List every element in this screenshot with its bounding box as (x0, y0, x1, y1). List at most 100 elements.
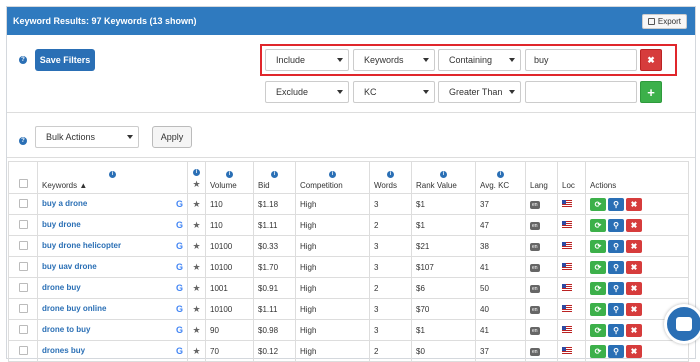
delete-icon[interactable]: ✖ (626, 260, 642, 274)
refresh-icon[interactable]: ⟳ (590, 323, 606, 337)
rank-value-cell: $1 (411, 193, 476, 215)
star-icon: ★ (192, 179, 201, 189)
col-avg-kc[interactable]: i Avg. KC (475, 161, 526, 194)
col-keywords[interactable]: i Keywords ▲ (37, 161, 188, 194)
filter2-operator-select[interactable]: Greater Than (438, 81, 521, 103)
star-icon[interactable]: ★ (192, 283, 200, 293)
col-words[interactable]: i Words (369, 161, 412, 194)
star-icon[interactable]: ★ (192, 241, 200, 251)
delete-icon[interactable]: ✖ (626, 197, 642, 211)
search-icon[interactable]: ⚲ (608, 281, 624, 295)
keyword-link[interactable]: buy drone (42, 220, 81, 229)
panel-header: Keyword Results: 97 Keywords (13 shown) … (7, 7, 695, 35)
lang-badge: en (530, 222, 540, 230)
filter1-operator-select[interactable]: Containing (438, 49, 521, 71)
filter2-field-select[interactable]: KC (353, 81, 435, 103)
search-icon[interactable]: ⚲ (608, 260, 624, 274)
chat-widget-button[interactable] (664, 304, 700, 344)
words-cell: 2 (369, 277, 412, 299)
filter1-value-input[interactable]: buy (525, 49, 637, 71)
search-icon[interactable]: ⚲ (608, 218, 624, 232)
favorite-cell: ★ (187, 319, 206, 341)
export-button[interactable]: Export (641, 14, 687, 29)
star-icon[interactable]: ★ (192, 199, 200, 209)
export-icon (647, 18, 655, 25)
google-icon[interactable]: G (176, 199, 183, 209)
search-icon[interactable]: ⚲ (608, 344, 624, 358)
row-checkbox[interactable] (18, 198, 28, 208)
col-favorite[interactable]: i ★ (187, 161, 206, 194)
col-rank-value[interactable]: i Rank Value (411, 161, 476, 194)
help-icon-bulk[interactable]: ? (19, 137, 27, 145)
google-icon[interactable]: G (176, 283, 183, 293)
col-volume[interactable]: i Volume (205, 161, 254, 194)
delete-icon[interactable]: ✖ (626, 344, 642, 358)
row-select-cell (8, 277, 38, 299)
select-all-cell (8, 161, 38, 194)
col-bid[interactable]: i Bid (253, 161, 296, 194)
google-icon[interactable]: G (176, 346, 183, 356)
filter1-field-select[interactable]: Keywords (353, 49, 435, 71)
google-icon[interactable]: G (176, 241, 183, 251)
info-icon: i (440, 171, 447, 178)
refresh-icon[interactable]: ⟳ (590, 344, 606, 358)
help-icon-filters[interactable]: ? (19, 56, 27, 64)
filter2-mode-value: Exclude (276, 87, 309, 97)
row-checkbox[interactable] (18, 261, 28, 271)
chevron-down-icon (509, 58, 515, 62)
delete-icon[interactable]: ✖ (626, 218, 642, 232)
keyword-link[interactable]: buy drone helicopter (42, 241, 121, 250)
row-checkbox[interactable] (18, 240, 28, 250)
row-checkbox[interactable] (18, 303, 28, 313)
refresh-icon[interactable]: ⟳ (590, 239, 606, 253)
save-filters-button[interactable]: Save Filters (35, 49, 95, 71)
row-checkbox[interactable] (18, 219, 28, 229)
refresh-icon[interactable]: ⟳ (590, 218, 606, 232)
search-icon[interactable]: ⚲ (608, 323, 624, 337)
delete-icon[interactable]: ✖ (626, 239, 642, 253)
google-icon[interactable]: G (176, 220, 183, 230)
remove-filter-button[interactable]: ✖ (640, 49, 662, 71)
col-competition[interactable]: i Competition (295, 161, 370, 194)
filter2-value-input[interactable] (525, 81, 637, 103)
filter1-mode-select[interactable]: Include (265, 49, 349, 71)
refresh-icon[interactable]: ⟳ (590, 281, 606, 295)
words-cell: 3 (369, 235, 412, 257)
search-icon[interactable]: ⚲ (608, 302, 624, 316)
row-checkbox[interactable] (18, 324, 28, 334)
keyword-link[interactable]: drones buy (42, 346, 85, 355)
row-checkbox[interactable] (18, 282, 28, 292)
star-icon[interactable]: ★ (192, 220, 200, 230)
google-icon[interactable]: G (176, 262, 183, 272)
refresh-icon[interactable]: ⟳ (590, 260, 606, 274)
actions-cell: ⟳ ⚲ ✖ (585, 235, 689, 257)
add-filter-button[interactable]: + (640, 81, 662, 103)
keyword-link[interactable]: drone buy (42, 283, 81, 292)
filter2-mode-select[interactable]: Exclude (265, 81, 349, 103)
row-checkbox[interactable] (18, 345, 28, 355)
search-icon[interactable]: ⚲ (608, 239, 624, 253)
star-icon[interactable]: ★ (192, 346, 200, 356)
delete-icon[interactable]: ✖ (626, 281, 642, 295)
search-icon[interactable]: ⚲ (608, 197, 624, 211)
refresh-icon[interactable]: ⟳ (590, 302, 606, 316)
keyword-link[interactable]: drone to buy (42, 325, 90, 334)
row-select-cell (8, 319, 38, 341)
select-all-checkbox[interactable] (18, 179, 28, 188)
star-icon[interactable]: ★ (192, 325, 200, 335)
star-icon[interactable]: ★ (192, 304, 200, 314)
refresh-icon[interactable]: ⟳ (590, 197, 606, 211)
bulk-actions-select[interactable]: Bulk Actions (35, 126, 139, 148)
keyword-link[interactable]: buy uav drone (42, 262, 97, 271)
keywords-table: i Keywords ▲ i ★ i Volume i Bid i Competition… (8, 161, 689, 362)
apply-button[interactable]: Apply (152, 126, 192, 148)
words-cell: 3 (369, 193, 412, 215)
delete-icon[interactable]: ✖ (626, 302, 642, 316)
keyword-link[interactable]: drone buy online (42, 304, 106, 313)
rank-value-cell: $1 (411, 319, 476, 341)
google-icon[interactable]: G (176, 325, 183, 335)
star-icon[interactable]: ★ (192, 262, 200, 272)
google-icon[interactable]: G (176, 304, 183, 314)
delete-icon[interactable]: ✖ (626, 323, 642, 337)
keyword-link[interactable]: buy a drone (42, 199, 87, 208)
